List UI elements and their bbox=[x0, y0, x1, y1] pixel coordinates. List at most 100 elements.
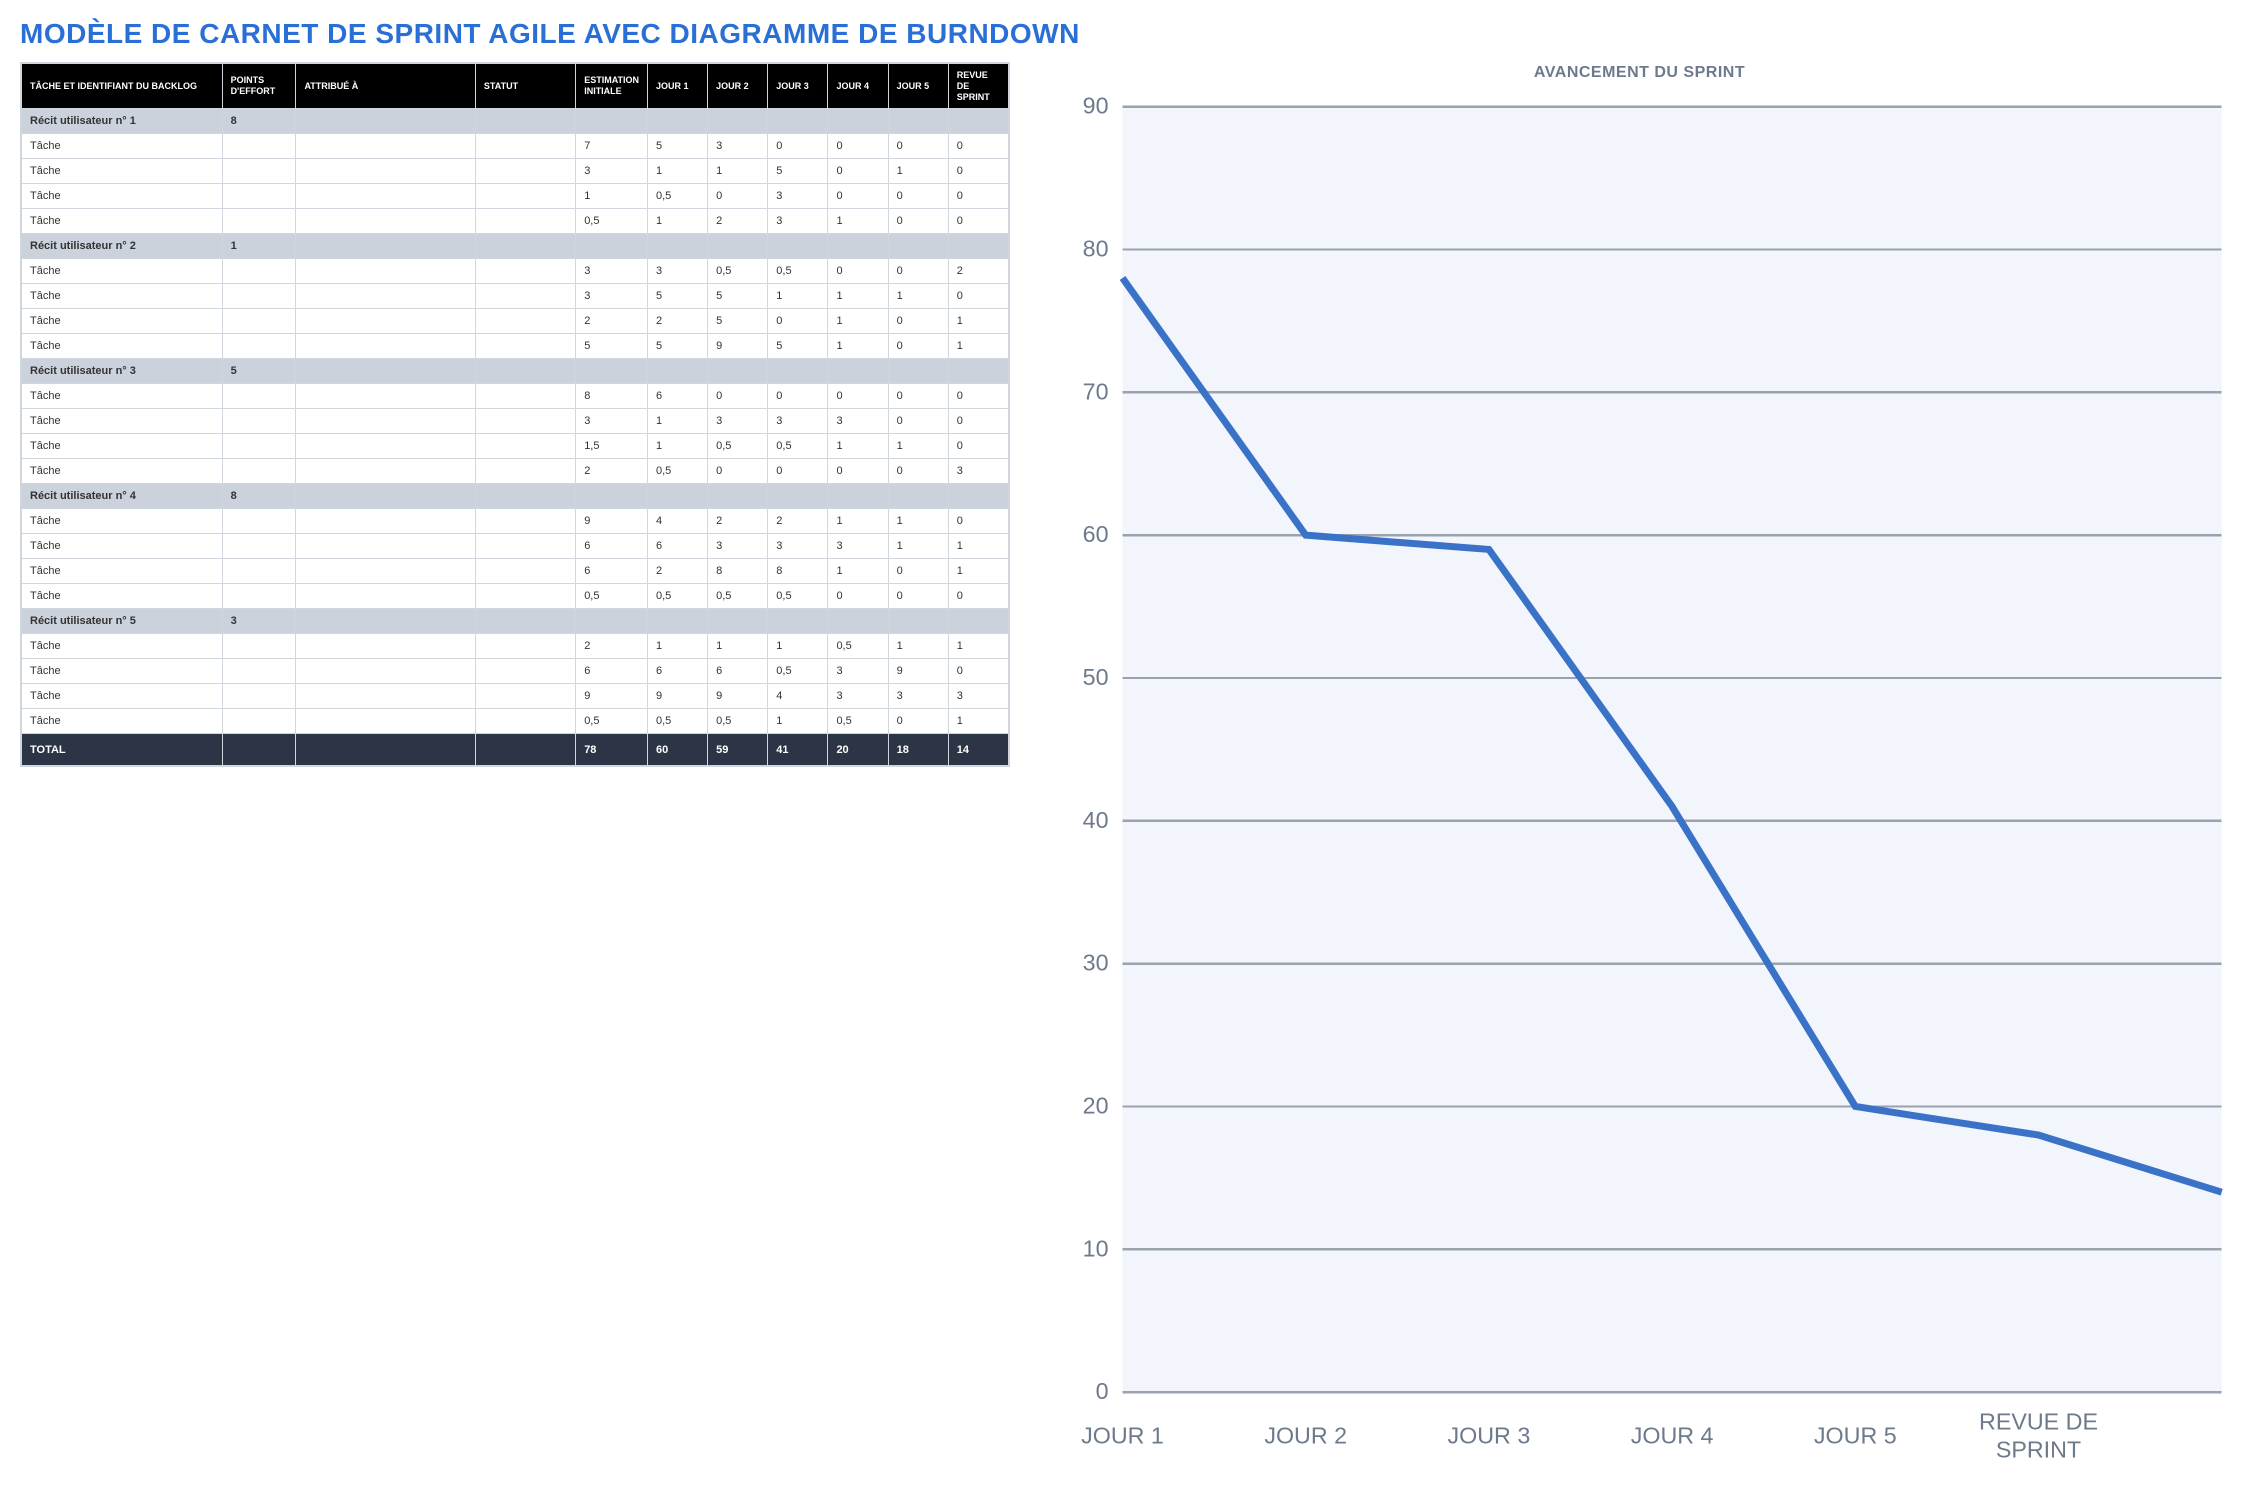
task-day3: 8 bbox=[768, 559, 828, 584]
task-status bbox=[475, 334, 575, 359]
task-review: 0 bbox=[948, 184, 1008, 209]
task-row: Tâche330,50,5002 bbox=[22, 259, 1009, 284]
task-day4: 0,5 bbox=[828, 709, 888, 734]
task-status bbox=[475, 434, 575, 459]
task-label: Tâche bbox=[22, 659, 223, 684]
task-label: Tâche bbox=[22, 534, 223, 559]
story-effort: 1 bbox=[222, 234, 296, 259]
task-estimate: 0,5 bbox=[576, 584, 648, 609]
task-status bbox=[475, 159, 575, 184]
task-day3: 3 bbox=[768, 409, 828, 434]
task-effort bbox=[222, 709, 296, 734]
task-label: Tâche bbox=[22, 184, 223, 209]
task-label: Tâche bbox=[22, 309, 223, 334]
task-estimate: 1,5 bbox=[576, 434, 648, 459]
task-day3: 0 bbox=[768, 384, 828, 409]
task-status bbox=[475, 284, 575, 309]
svg-text:50: 50 bbox=[1083, 664, 1109, 690]
task-day2: 0,5 bbox=[708, 709, 768, 734]
task-day4: 0 bbox=[828, 159, 888, 184]
task-day2: 3 bbox=[708, 134, 768, 159]
task-effort bbox=[222, 159, 296, 184]
task-effort bbox=[222, 434, 296, 459]
task-day5: 0 bbox=[888, 709, 948, 734]
totals-row: TOTAL 78 60 59 41 20 18 14 bbox=[22, 734, 1009, 766]
task-day5: 0 bbox=[888, 584, 948, 609]
task-effort bbox=[222, 334, 296, 359]
task-assigned bbox=[296, 209, 475, 234]
task-row: Tâche1,510,50,5110 bbox=[22, 434, 1009, 459]
task-day1: 2 bbox=[647, 559, 707, 584]
task-day2: 1 bbox=[708, 159, 768, 184]
task-row: Tâche3133300 bbox=[22, 409, 1009, 434]
task-status bbox=[475, 309, 575, 334]
task-day3: 1 bbox=[768, 709, 828, 734]
task-estimate: 0,5 bbox=[576, 709, 648, 734]
task-day1: 0,5 bbox=[647, 709, 707, 734]
task-estimate: 2 bbox=[576, 459, 648, 484]
task-label: Tâche bbox=[22, 384, 223, 409]
task-row: Tâche20,500003 bbox=[22, 459, 1009, 484]
task-status bbox=[475, 684, 575, 709]
task-review: 1 bbox=[948, 334, 1008, 359]
task-row: Tâche6633311 bbox=[22, 534, 1009, 559]
task-label: Tâche bbox=[22, 584, 223, 609]
task-estimate: 2 bbox=[576, 634, 648, 659]
task-day5: 0 bbox=[888, 259, 948, 284]
task-day2: 0 bbox=[708, 184, 768, 209]
task-day5: 1 bbox=[888, 534, 948, 559]
task-day2: 8 bbox=[708, 559, 768, 584]
task-label: Tâche bbox=[22, 159, 223, 184]
task-day4: 0 bbox=[828, 384, 888, 409]
task-day5: 0 bbox=[888, 209, 948, 234]
task-day1: 9 bbox=[647, 684, 707, 709]
task-day4: 1 bbox=[828, 209, 888, 234]
task-day2: 9 bbox=[708, 334, 768, 359]
task-day3: 0,5 bbox=[768, 659, 828, 684]
col-status: STATUT bbox=[475, 64, 575, 109]
task-review: 2 bbox=[948, 259, 1008, 284]
task-day4: 0 bbox=[828, 184, 888, 209]
col-day4: JOUR 4 bbox=[828, 64, 888, 109]
svg-text:60: 60 bbox=[1083, 521, 1109, 547]
task-label: Tâche bbox=[22, 509, 223, 534]
task-effort bbox=[222, 559, 296, 584]
task-day3: 4 bbox=[768, 684, 828, 709]
task-review: 1 bbox=[948, 559, 1008, 584]
svg-text:REVUE DE: REVUE DE bbox=[1979, 1408, 2098, 1434]
task-day1: 3 bbox=[647, 259, 707, 284]
task-assigned bbox=[296, 584, 475, 609]
task-review: 0 bbox=[948, 284, 1008, 309]
task-day1: 1 bbox=[647, 209, 707, 234]
task-label: Tâche bbox=[22, 434, 223, 459]
task-effort bbox=[222, 134, 296, 159]
task-effort bbox=[222, 284, 296, 309]
chart-title: AVANCEMENT DU SPRINT bbox=[1034, 64, 2245, 82]
col-assigned: ATTRIBUÉ À bbox=[296, 64, 475, 109]
task-row: Tâche7530000 bbox=[22, 134, 1009, 159]
svg-text:80: 80 bbox=[1083, 235, 1109, 261]
task-estimate: 1 bbox=[576, 184, 648, 209]
task-review: 3 bbox=[948, 459, 1008, 484]
task-row: Tâche0,50,50,510,501 bbox=[22, 709, 1009, 734]
col-day3: JOUR 3 bbox=[768, 64, 828, 109]
task-review: 0 bbox=[948, 584, 1008, 609]
task-review: 0 bbox=[948, 409, 1008, 434]
task-label: Tâche bbox=[22, 334, 223, 359]
task-assigned bbox=[296, 684, 475, 709]
totals-day3: 41 bbox=[768, 734, 828, 766]
task-day3: 0,5 bbox=[768, 259, 828, 284]
task-status bbox=[475, 134, 575, 159]
task-day5: 0 bbox=[888, 334, 948, 359]
story-name: Récit utilisateur n° 1 bbox=[22, 109, 223, 134]
task-day2: 9 bbox=[708, 684, 768, 709]
task-status bbox=[475, 184, 575, 209]
task-day3: 3 bbox=[768, 184, 828, 209]
task-assigned bbox=[296, 334, 475, 359]
task-day2: 5 bbox=[708, 284, 768, 309]
task-estimate: 6 bbox=[576, 534, 648, 559]
task-estimate: 2 bbox=[576, 309, 648, 334]
task-effort bbox=[222, 634, 296, 659]
task-day4: 3 bbox=[828, 659, 888, 684]
task-day2: 3 bbox=[708, 534, 768, 559]
